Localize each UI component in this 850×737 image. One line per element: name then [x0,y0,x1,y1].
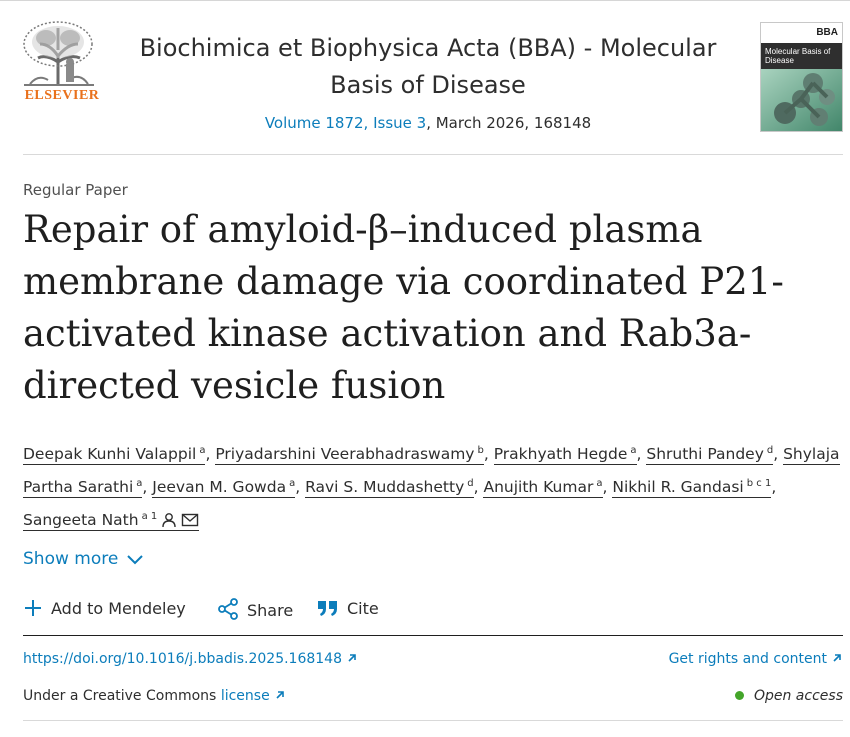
license-statement: Under a Creative Commons license [23,688,286,704]
journal-cover[interactable]: BBA Molecular Basis of Disease [760,22,843,132]
author-separator: , [205,445,216,463]
license-link[interactable]: license [221,688,286,704]
person-icon [162,513,176,528]
journal-title-link[interactable]: Biochimica et Biophysica Acta (BBA) - Mo… [118,30,738,104]
mendeley-label: Add to Mendeley [51,599,186,618]
bottom-divider [23,720,843,721]
cover-subtitle: Molecular Basis of Disease [761,43,842,69]
author-name: Anujith Kumar [483,478,594,496]
license-link-label: license [220,688,270,704]
author-link[interactable]: Deepak Kunhi Valappil a [23,445,206,465]
add-to-mendeley-button[interactable]: Add to Mendeley [23,598,186,618]
share-button[interactable]: Share [217,598,293,620]
open-access-badge: Open access [734,688,843,704]
article-title: Repair of amyloid-β–induced plasma membr… [23,208,784,407]
author-link[interactable]: Prakhyath Hegde a [493,445,637,465]
author-name: Nikhil R. Gandasi [612,478,744,496]
get-rights-link[interactable]: Get rights and content [669,651,843,667]
author-link[interactable]: Priyadarshini Veerabhadraswamy b [215,445,484,465]
author-link[interactable]: Nikhil R. Gandasi b c 1 [612,478,772,498]
author-affiliation: b c 1 [746,478,772,489]
actions-divider [23,635,843,636]
author-separator: , [636,445,647,463]
rights-text: Get rights and content [668,651,827,667]
author-name: Jeevan M. Gowda [152,478,287,496]
journal-meta: Volume 1872, Issue 3, March 2026, 168148 [118,114,738,132]
doi-link[interactable]: https://doi.org/10.1016/j.bbadis.2025.16… [23,651,358,667]
share-label: Share [247,601,294,620]
author-name: Deepak Kunhi Valappil [23,445,197,463]
quote-icon [318,601,337,616]
author-name: Shruthi Pandey [646,445,764,463]
author-name: Priyadarshini Veerabhadraswamy [215,445,475,463]
open-access-dot-icon [734,691,744,700]
author-separator: , [142,478,153,496]
open-access-label: Open access [753,688,843,704]
author-name: Sangeeta Nath [23,511,139,529]
cover-molecule-image [761,69,842,131]
external-link-icon [833,654,841,662]
cite-button[interactable]: Cite [317,598,379,618]
journal-header: ELSEVIER Biochimica et Biophysica Acta (… [0,0,850,150]
author-separator: , [771,478,777,496]
header-divider [23,154,843,155]
author-link[interactable]: Sangeeta Nath a 1 [23,511,200,531]
plus-icon [25,600,41,616]
show-more-label: Show more [23,549,119,569]
author-affiliation: a 1 [141,511,158,522]
article-type: Regular Paper [23,181,128,199]
author-name: Prakhyath Hegde [493,445,628,463]
author-name: Ravi S. Muddashetty [305,478,465,496]
author-separator: , [773,445,784,463]
author-separator: , [602,478,613,496]
cite-label: Cite [347,599,379,618]
license-prefix: Under a Creative Commons [23,688,221,704]
envelope-icon [182,513,199,527]
author-link[interactable]: Anujith Kumar a [483,478,603,498]
author-link[interactable]: Shruthi Pandey d [646,445,774,465]
author-separator: , [483,445,494,463]
author-separator: , [295,478,306,496]
author-link[interactable]: Jeevan M. Gowda a [152,478,296,498]
share-icon [218,598,238,620]
chevron-down-icon [127,555,144,565]
show-more-button[interactable]: Show more [23,549,144,569]
journal-info: Biochimica et Biophysica Acta (BBA) - Mo… [118,30,738,132]
cover-badge: BBA [816,27,838,38]
author-list: Deepak Kunhi Valappil a, Priyadarshini Ve… [23,436,843,535]
publisher-name: ELSEVIER [24,88,100,103]
author-separator: , [473,478,484,496]
doi-text: https://doi.org/10.1016/j.bbadis.2025.16… [23,651,342,667]
issue-date-article-id: , March 2026, 168148 [426,114,592,132]
external-link-icon [276,691,284,699]
author-link[interactable]: Ravi S. Muddashetty d [305,478,474,498]
external-link-icon [348,654,356,662]
volume-issue-link[interactable]: Volume 1872, Issue 3 [265,114,426,132]
